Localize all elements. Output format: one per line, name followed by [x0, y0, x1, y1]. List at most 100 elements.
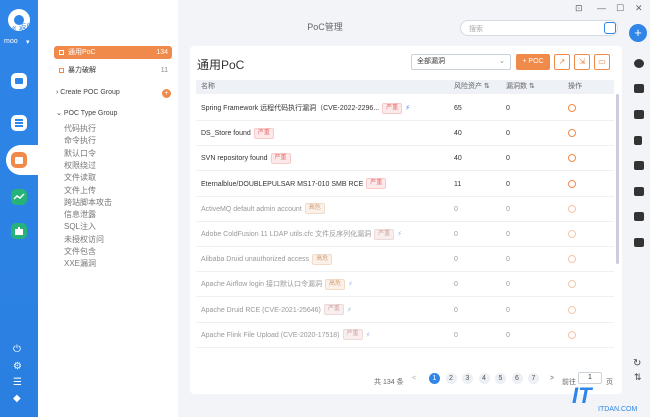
- power-icon[interactable]: ⏻: [13, 345, 21, 355]
- run-scan-icon[interactable]: [568, 129, 576, 138]
- run-scan-icon[interactable]: [568, 255, 576, 264]
- run-scan-icon[interactable]: [568, 179, 576, 188]
- sidebar-type-item[interactable]: 命令执行: [64, 135, 96, 146]
- export-icon[interactable]: ↗: [554, 54, 570, 70]
- sidebar-type-item[interactable]: 文件读取: [64, 172, 96, 183]
- table-scrollbar[interactable]: [616, 94, 619, 264]
- run-scan-icon[interactable]: [568, 230, 576, 238]
- rail-plugin-icon[interactable]: [9, 221, 29, 241]
- run-scan-icon[interactable]: [568, 104, 576, 112]
- col-vuln-count[interactable]: 漏洞数 ⇅: [506, 80, 535, 94]
- vuln-count-cell: 0: [506, 130, 510, 138]
- sidebar-type-item[interactable]: 默认口令: [64, 148, 96, 159]
- sidebar-type-item[interactable]: SQL注入: [64, 221, 96, 232]
- window-minimize-icon[interactable]: —: [597, 3, 606, 13]
- risk-assets-cell: 40: [454, 155, 462, 163]
- menu-icon[interactable]: ☰: [13, 378, 22, 388]
- risk-assets-cell: 0: [454, 205, 458, 213]
- table-row[interactable]: Adobe ColdFusion 11 LDAP utils.cfc 文件反序列…: [196, 222, 614, 247]
- add-group-icon[interactable]: +: [162, 89, 171, 98]
- page-number-button[interactable]: 4: [478, 373, 490, 384]
- window-restore-icon[interactable]: ⊡: [575, 3, 583, 14]
- rail-dashboard-icon[interactable]: [9, 71, 29, 91]
- page-number-button[interactable]: 3: [462, 373, 473, 384]
- risk-assets-cell: 0: [454, 331, 458, 339]
- vuln-filter-select[interactable]: 全部漏洞 ⌄: [411, 54, 511, 70]
- sidebar-type-item[interactable]: 未授权访问: [64, 234, 104, 245]
- sidebar-item-general-poc[interactable]: 通用PoC 134: [54, 46, 172, 59]
- document-icon[interactable]: [634, 84, 644, 93]
- page-number-button[interactable]: 2: [445, 373, 457, 384]
- sidebar-type-item[interactable]: 文件上传: [64, 185, 96, 196]
- network-icon[interactable]: [634, 187, 644, 196]
- diamond-icon[interactable]: ◆: [13, 394, 21, 404]
- plugin-icon[interactable]: [634, 238, 644, 247]
- table-row[interactable]: Eternalblue/DOUBLEPULSAR MS17-010 SMB RC…: [196, 172, 614, 197]
- prev-page-icon[interactable]: <: [412, 375, 416, 382]
- refresh-icon[interactable]: ↻: [633, 358, 641, 369]
- create-group-toggle[interactable]: › Create POC Group: [56, 89, 120, 96]
- sidebar-type-item[interactable]: 文件包含: [64, 246, 96, 257]
- severity-badge: 严重: [374, 228, 395, 240]
- window-maximize-icon[interactable]: ☐: [616, 3, 624, 14]
- poc-name-text: Apache Flink File Upload (CVE-2020-17518…: [201, 331, 340, 339]
- search-go-icon[interactable]: [604, 22, 616, 34]
- run-scan-icon[interactable]: [568, 305, 576, 314]
- page-number-button[interactable]: 7: [528, 373, 539, 384]
- page-number-button[interactable]: 5: [495, 373, 506, 384]
- window-close-icon[interactable]: ✕: [635, 3, 643, 14]
- sidebar-type-item[interactable]: 代码执行: [64, 123, 96, 134]
- severity-badge: 严重: [382, 102, 403, 114]
- bug-icon[interactable]: [634, 161, 644, 170]
- folder-open-icon[interactable]: ▭: [594, 54, 610, 70]
- puzzle-icon[interactable]: [634, 212, 644, 221]
- add-poc-button[interactable]: + POC: [516, 54, 550, 70]
- col-risk-assets[interactable]: 风险资产 ⇅: [454, 80, 490, 94]
- type-group-toggle[interactable]: ⌄ POC Type Group: [56, 109, 117, 117]
- page-number-button[interactable]: 1: [429, 373, 440, 384]
- run-scan-icon[interactable]: [568, 204, 576, 213]
- sidebar-type-item[interactable]: 信息泄露: [64, 209, 96, 220]
- rail-poc-icon[interactable]: [9, 150, 29, 170]
- new-task-button[interactable]: +: [629, 24, 647, 42]
- search-placeholder: 搜索: [469, 26, 483, 33]
- table-row[interactable]: Apache Airflow login 接口默认口令漏洞 高危 ⚡ 0 0: [196, 272, 614, 298]
- rail-monitor-icon[interactable]: [9, 187, 29, 207]
- search-input[interactable]: 搜索: [460, 20, 618, 36]
- run-scan-icon[interactable]: [568, 154, 576, 163]
- table-row[interactable]: ActiveMQ default admin account 高危 0 0: [196, 197, 614, 222]
- rail-tasks-icon[interactable]: [9, 113, 29, 133]
- run-scan-icon[interactable]: [568, 330, 576, 339]
- sidebar-type-item[interactable]: XXE漏洞: [64, 258, 96, 269]
- type-group-label: POC Type Group: [63, 110, 118, 117]
- table-row[interactable]: Apache Druid RCE (CVE-2021-25646) 严重 ⚡ 0 0: [196, 298, 614, 323]
- report-icon[interactable]: [634, 136, 642, 145]
- back-label: 返回: [18, 23, 35, 32]
- user-caret-icon[interactable]: ▾: [26, 38, 30, 46]
- table-row[interactable]: Alibaba Druid unauthorized access 高危 0 0: [196, 247, 614, 273]
- poc-name-text: DS_Store found: [201, 130, 251, 138]
- sidebar-type-item[interactable]: 权限绕过: [64, 160, 96, 171]
- sync-icon[interactable]: ⇅: [634, 372, 642, 383]
- table-row[interactable]: Spring Framework 远程代码执行漏洞（CVE-2022-2296.…: [196, 96, 614, 121]
- vuln-count-cell: 0: [506, 155, 510, 163]
- table-row[interactable]: Apache Flink File Upload (CVE-2020-17518…: [196, 323, 614, 348]
- next-page-icon[interactable]: >: [550, 375, 554, 382]
- poc-name-text: Adobe ColdFusion 11 LDAP utils.cfc 文件反序列…: [201, 231, 372, 238]
- sidebar-type-item[interactable]: 跨站脚本攻击: [64, 197, 112, 208]
- poc-name: Alibaba Druid unauthorized access 高危: [201, 247, 333, 272]
- monitor-icon[interactable]: [634, 110, 644, 119]
- table-row[interactable]: DS_Store found 严重 40 0: [196, 121, 614, 147]
- settings-icon[interactable]: ⚙: [13, 362, 22, 372]
- table-row[interactable]: SVN repository found 严重 40 0: [196, 146, 614, 172]
- import-icon[interactable]: ⇲: [574, 54, 590, 70]
- exploit-bolt-icon: ⚡: [365, 331, 371, 339]
- scan-icon[interactable]: [634, 59, 644, 68]
- back-link[interactable]: « 返回: [12, 22, 35, 33]
- watermark-url: ITDAN.COM: [598, 406, 638, 413]
- sidebar-item-brute-force[interactable]: 暴力破解 11: [54, 64, 172, 77]
- user-name[interactable]: moo: [4, 38, 18, 45]
- run-scan-icon[interactable]: [568, 280, 576, 289]
- exploit-bolt-icon: ⚡: [397, 231, 403, 238]
- page-number-button[interactable]: 6: [511, 373, 523, 384]
